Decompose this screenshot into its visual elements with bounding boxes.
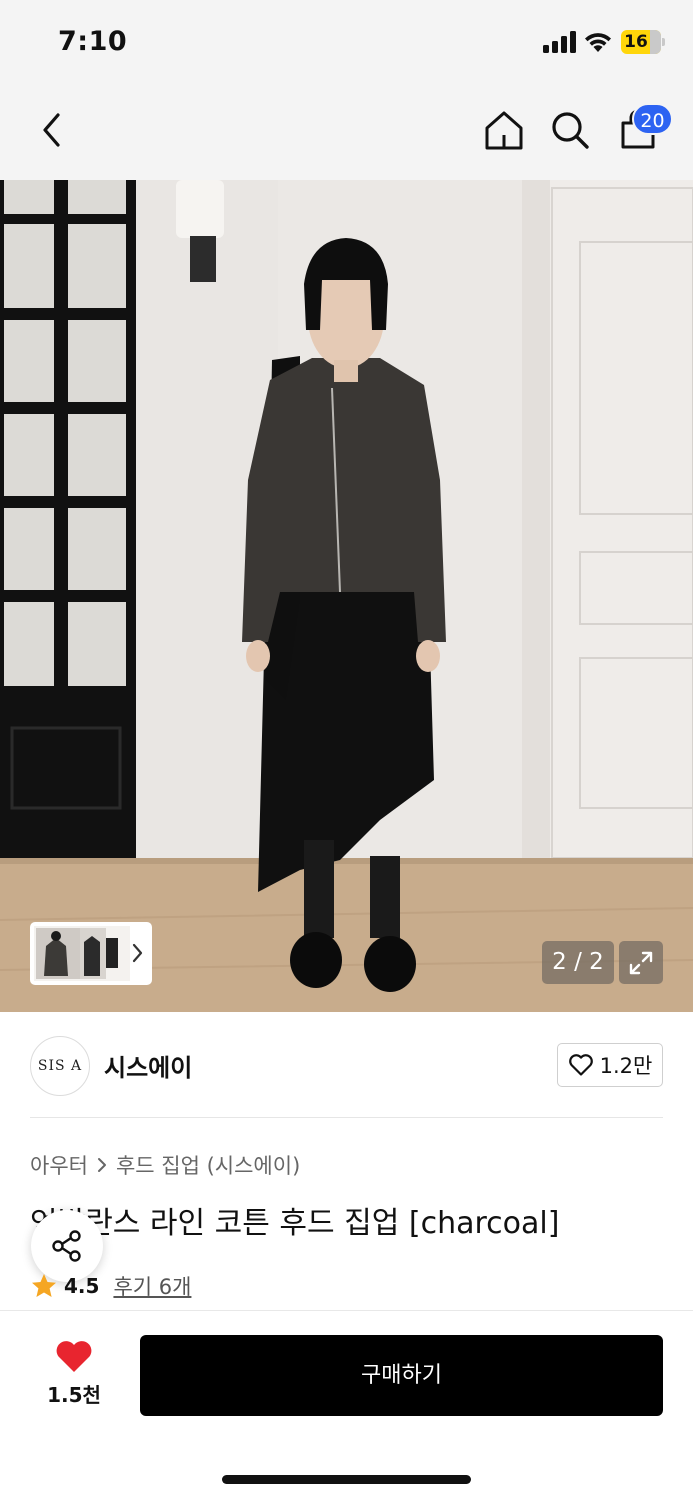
breadcrumb-subcategory[interactable]: 후드 집업 (시스에이) [116, 1150, 300, 1180]
cart-count-badge: 20 [632, 103, 673, 135]
rating-value: 4.5 [64, 1274, 100, 1298]
top-nav-bar: 20 [0, 84, 693, 180]
product-image[interactable]: 2 / 2 [0, 180, 693, 1012]
brand-like-button[interactable]: 1.2만 [557, 1043, 663, 1087]
share-icon [52, 1230, 81, 1262]
brand-like-count: 1.2만 [599, 1054, 653, 1078]
expand-icon [629, 951, 653, 974]
brand-row: SIS A 시스에이 1.2만 [30, 1036, 663, 1096]
brand-logo[interactable]: SIS A [30, 1036, 90, 1096]
bottom-action-bar: 1.5천 구매하기 [0, 1310, 693, 1500]
home-button[interactable] [480, 106, 528, 154]
wifi-icon [585, 33, 611, 52]
thumbnail-images [34, 926, 130, 981]
home-icon [485, 111, 523, 150]
battery-level: 16 [624, 32, 648, 52]
wishlist-button[interactable]: 1.5천 [40, 1339, 108, 1411]
product-photo [0, 180, 693, 1012]
status-bar: 7:10 16 [0, 0, 693, 84]
expand-image-button[interactable] [619, 941, 663, 984]
rating-row: 4.5 후기 6개 [30, 1270, 191, 1302]
brand-name[interactable]: 시스에이 [104, 1048, 192, 1083]
chevron-right-icon [132, 943, 143, 963]
divider [30, 1117, 663, 1118]
product-title: 언발란스 라인 코튼 후드 집업 [charcoal] [30, 1206, 560, 1241]
search-icon [552, 112, 589, 149]
star-icon [32, 1274, 56, 1297]
heart-filled-icon [56, 1341, 92, 1372]
back-button[interactable] [28, 106, 76, 154]
image-page-indicator: 2 / 2 [542, 941, 614, 984]
search-button[interactable] [546, 106, 594, 154]
reviews-link[interactable]: 후기 6개 [113, 1271, 191, 1301]
breadcrumb: 아우터 후드 집업 (시스에이) [30, 1150, 300, 1180]
chevron-right-icon [97, 1158, 106, 1172]
cellular-signal-icon [543, 31, 577, 53]
chevron-left-icon [43, 113, 60, 147]
breadcrumb-category[interactable]: 아우터 [30, 1150, 88, 1180]
buy-button[interactable]: 구매하기 [140, 1335, 663, 1416]
home-indicator[interactable] [222, 1475, 471, 1484]
wishlist-count: 1.5천 [47, 1383, 101, 1407]
status-time: 7:10 [58, 26, 128, 57]
heart-outline-icon [568, 1054, 593, 1076]
thumbnail-strip[interactable] [30, 922, 152, 985]
battery-indicator: 16 [621, 30, 665, 54]
